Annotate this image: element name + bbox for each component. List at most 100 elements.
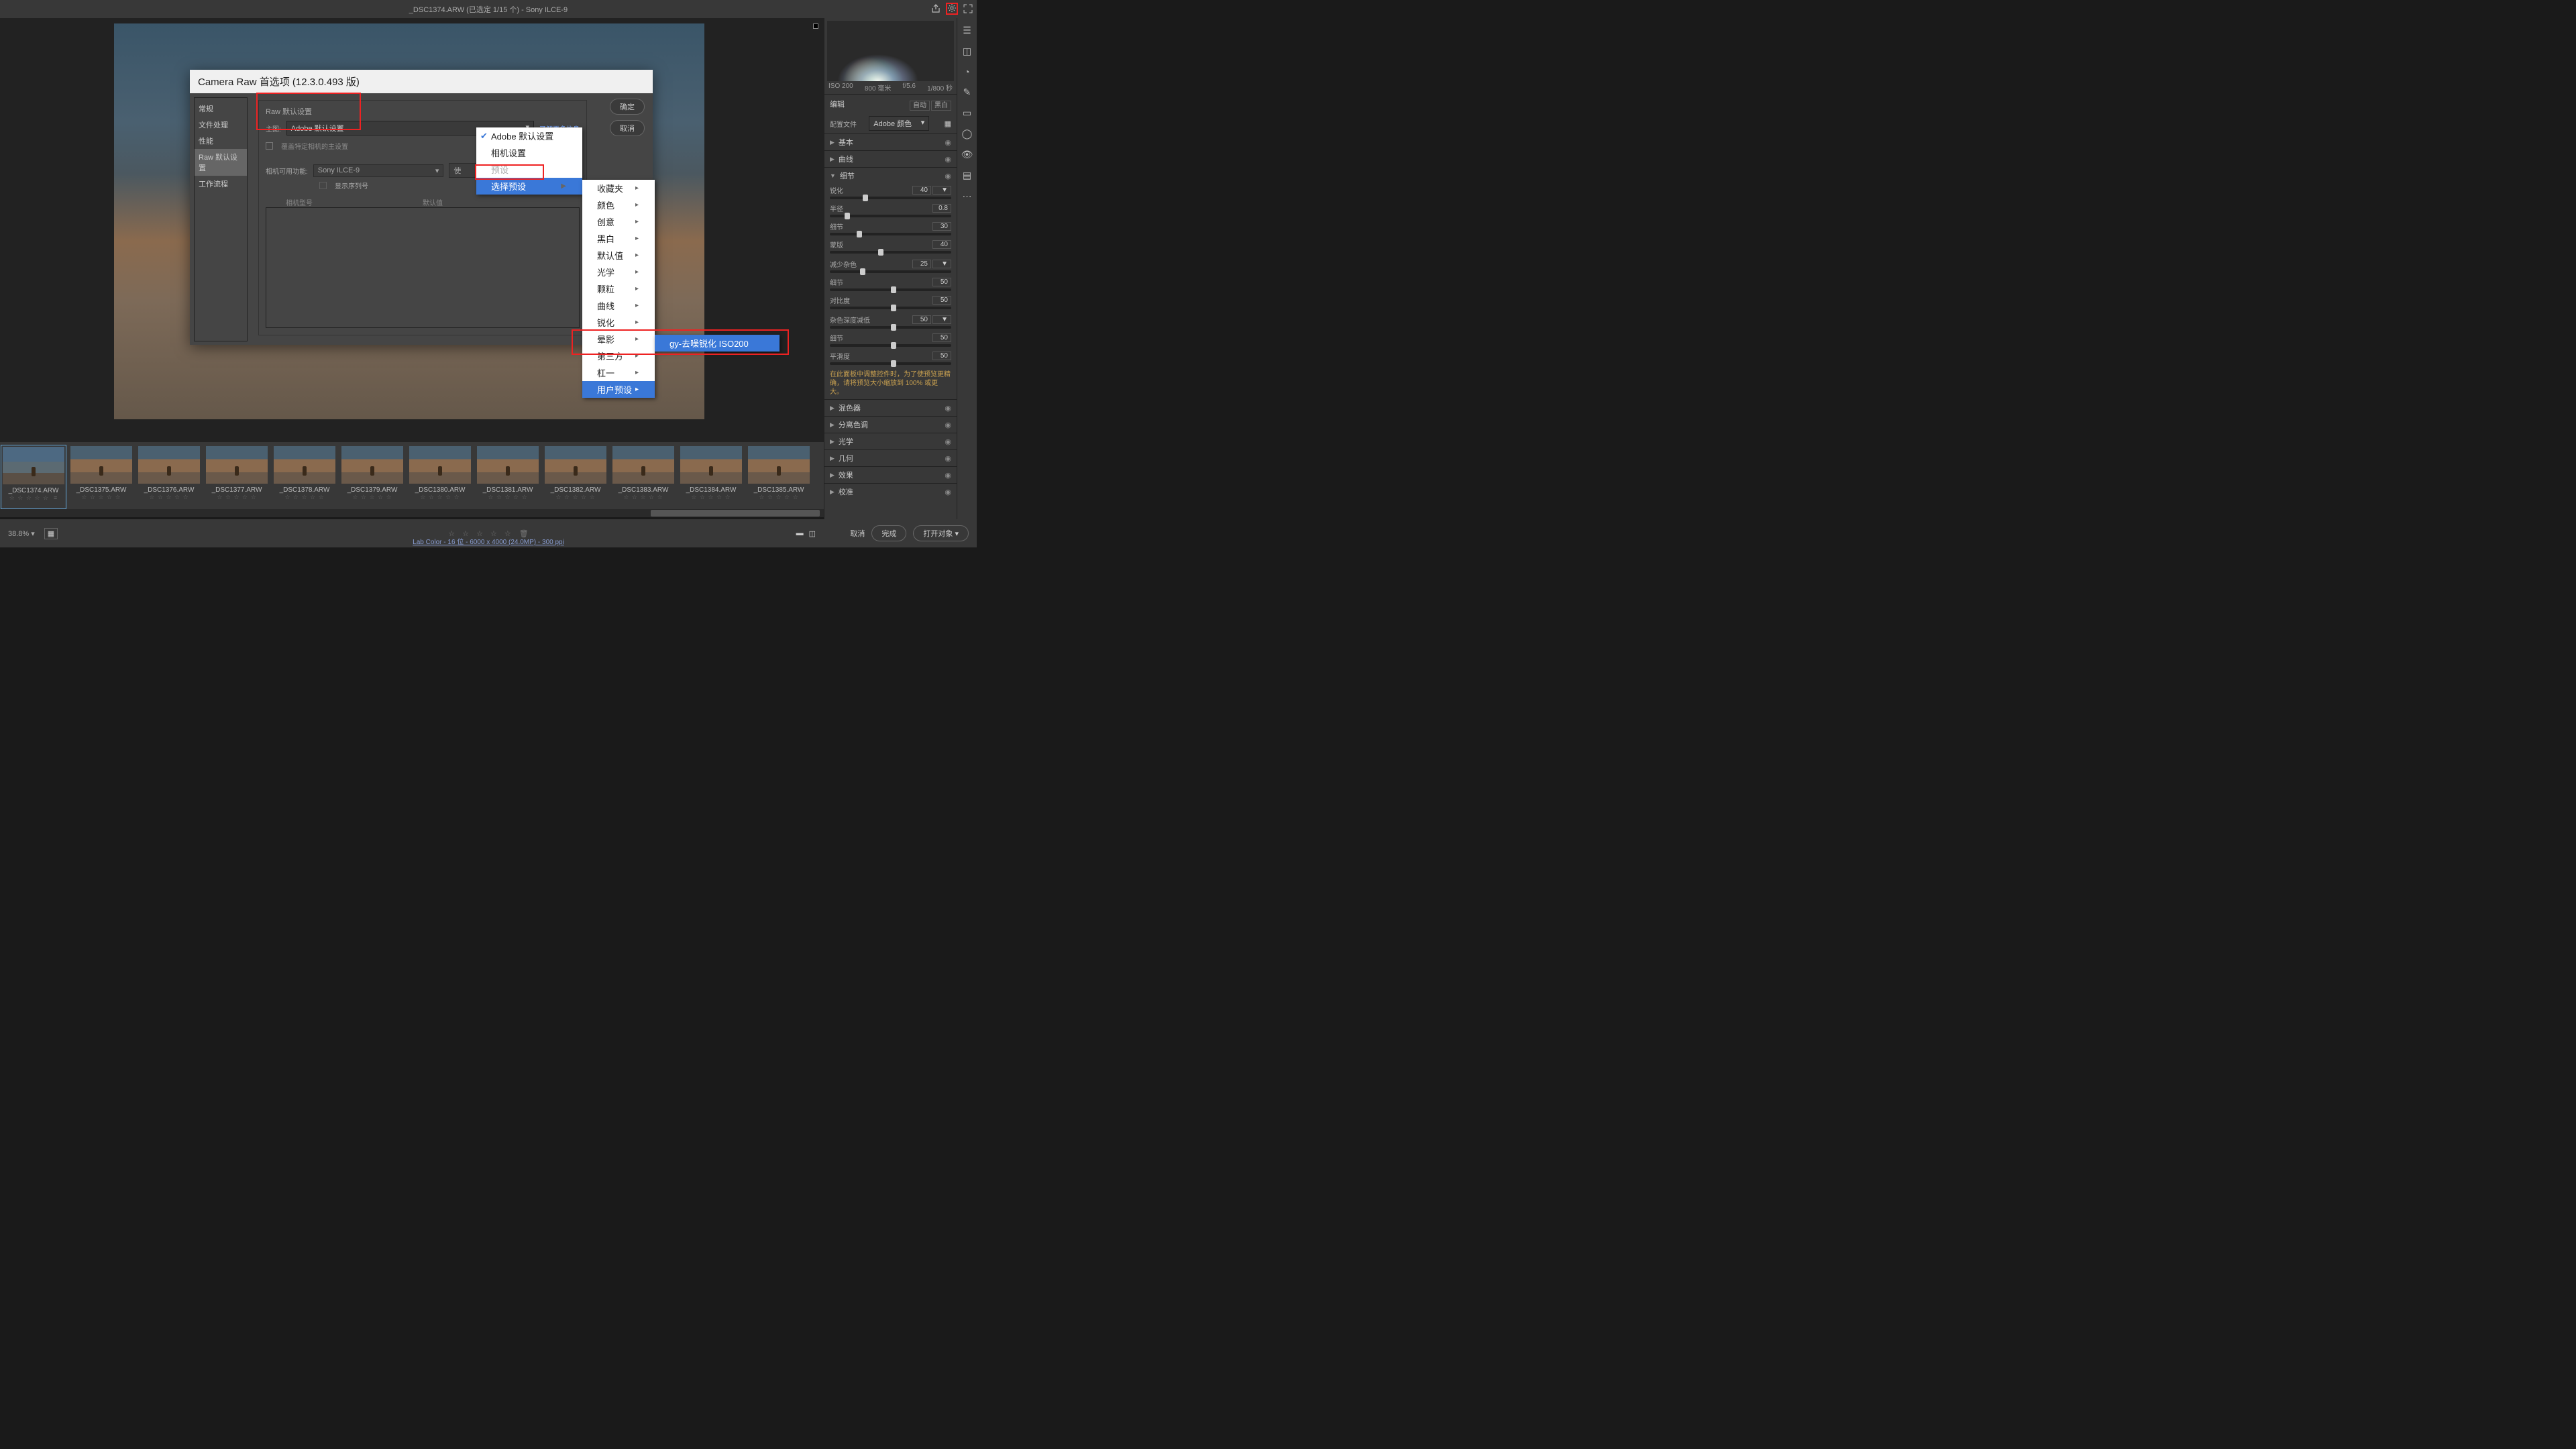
filmstrip-scrollbar[interactable]	[0, 509, 824, 517]
fit-icon[interactable]: ▦	[44, 528, 58, 539]
profile-select[interactable]: Adobe 颜色▾	[869, 116, 929, 131]
cat-gang[interactable]: 杠一▸	[582, 364, 655, 381]
detail1-value[interactable]: 30	[932, 222, 951, 231]
filmstrip[interactable]: _DSC1374.ARW☆ ☆ ☆ ☆ ☆ ≡ _DSC1375.ARW☆ ☆ …	[0, 442, 824, 509]
colornr-value[interactable]: 50	[912, 315, 931, 324]
profile-grid-icon[interactable]: ▦	[945, 119, 951, 128]
thumb-1[interactable]: _DSC1375.ARW☆ ☆ ☆ ☆ ☆	[68, 445, 134, 509]
clipping-indicator-tr[interactable]	[813, 23, 818, 29]
detail3-slider[interactable]	[830, 344, 951, 347]
more-icon[interactable]: ⋯	[963, 191, 972, 202]
thumb-2[interactable]: _DSC1376.ARW☆ ☆ ☆ ☆ ☆	[136, 445, 202, 509]
view-compare-icon[interactable]: ◫	[809, 529, 816, 538]
mi-adobe-default[interactable]: ✔Adobe 默认设置	[476, 127, 582, 144]
cat-default[interactable]: 默认值▸	[582, 247, 655, 264]
done-button[interactable]: 完成	[871, 525, 906, 541]
nav-workflow[interactable]: 工作流程	[195, 176, 247, 192]
histogram[interactable]	[827, 21, 954, 81]
nav-rawdefaults[interactable]: Raw 默认设置	[195, 149, 247, 176]
section-mixer[interactable]: ▶混色器◉	[824, 399, 957, 416]
thumb-0[interactable]: _DSC1374.ARW☆ ☆ ☆ ☆ ☆ ≡	[1, 445, 66, 509]
cat-curves[interactable]: 曲线▸	[582, 297, 655, 314]
cat-user-presets[interactable]: 用户预设▸	[582, 381, 655, 398]
mask-slider[interactable]	[830, 251, 951, 254]
nav-performance[interactable]: 性能	[195, 133, 247, 149]
heal-icon[interactable]: ◔	[964, 66, 969, 77]
contrast-slider[interactable]	[830, 307, 951, 309]
cancel-button[interactable]: 取消	[850, 528, 865, 539]
section-optics[interactable]: ▶光学◉	[824, 433, 957, 449]
nav-general[interactable]: 常规	[195, 101, 247, 117]
cat-grain[interactable]: 颗粒▸	[582, 280, 655, 297]
nr-value[interactable]: 25	[912, 260, 931, 268]
gradient-icon[interactable]: ▭	[963, 107, 971, 119]
smooth-value[interactable]: 50	[932, 352, 951, 360]
gear-icon[interactable]	[947, 3, 957, 15]
cat-color[interactable]: 颜色▸	[582, 197, 655, 213]
cat-vignette[interactable]: 晕影▸	[582, 331, 655, 347]
cat-optics[interactable]: 光学▸	[582, 264, 655, 280]
camera-defaults-list[interactable]	[266, 207, 580, 328]
show-seq-checkbox[interactable]	[319, 182, 327, 189]
detail1-slider[interactable]	[830, 233, 951, 235]
prefs-ok-button[interactable]: 确定	[610, 99, 645, 115]
thumb-10[interactable]: _DSC1384.ARW☆ ☆ ☆ ☆ ☆	[678, 445, 744, 509]
open-button[interactable]: 打开对象 ▾	[913, 525, 969, 541]
section-geometry[interactable]: ▶几何◉	[824, 449, 957, 466]
section-split[interactable]: ▶分离色调◉	[824, 416, 957, 433]
zoom-level[interactable]: 38.8% ▾	[8, 529, 35, 538]
contrast-value[interactable]: 50	[932, 296, 951, 305]
cat-favorites[interactable]: 收藏夹▸	[582, 180, 655, 197]
cat-bw[interactable]: 黑白▸	[582, 230, 655, 247]
sharp-dd[interactable]: ▼	[932, 186, 951, 195]
section-basic[interactable]: ▶基本◉	[824, 133, 957, 150]
prefs-cancel-button[interactable]: 取消	[610, 120, 645, 136]
thumb-11[interactable]: _DSC1385.ARW☆ ☆ ☆ ☆ ☆	[746, 445, 812, 509]
preset-gy-denoise-sharpen-iso200[interactable]: gy-去噪锐化 ISO200	[655, 335, 780, 352]
thumb-4[interactable]: _DSC1378.ARW☆ ☆ ☆ ☆ ☆	[272, 445, 337, 509]
nr-slider[interactable]	[830, 270, 951, 273]
cat-thirdparty[interactable]: 第三方▸	[582, 347, 655, 364]
camera-model-select[interactable]: Sony ILCE-9▾	[313, 164, 444, 177]
detail3-value[interactable]: 50	[932, 333, 951, 342]
section-effects[interactable]: ▶效果◉	[824, 466, 957, 483]
view-single-icon[interactable]: ▬	[796, 529, 804, 538]
thumb-8[interactable]: _DSC1382.ARW☆ ☆ ☆ ☆ ☆	[543, 445, 608, 509]
thumb-7[interactable]: _DSC1381.ARW☆ ☆ ☆ ☆ ☆	[475, 445, 541, 509]
workflow-link[interactable]: Lab Color - 16 位 - 6000 x 4000 (24.0MP) …	[413, 539, 564, 546]
override-checkbox[interactable]	[266, 142, 273, 150]
export-icon[interactable]	[930, 3, 942, 15]
detail2-slider[interactable]	[830, 288, 951, 291]
cat-creative[interactable]: 创意▸	[582, 213, 655, 230]
sharp-slider[interactable]	[830, 197, 951, 199]
thumb-5[interactable]: _DSC1379.ARW☆ ☆ ☆ ☆ ☆	[339, 445, 405, 509]
auto-button[interactable]: 自动	[910, 101, 930, 111]
thumb-3[interactable]: _DSC1377.ARW☆ ☆ ☆ ☆ ☆	[204, 445, 270, 509]
colornr-dd[interactable]: ▼	[932, 315, 951, 324]
fullscreen-icon[interactable]	[962, 3, 974, 15]
presets-icon[interactable]: ▤	[963, 170, 971, 181]
thumb-6[interactable]: _DSC1380.ARW☆ ☆ ☆ ☆ ☆	[407, 445, 473, 509]
nr-dd[interactable]: ▼	[932, 260, 951, 268]
crop-icon[interactable]: ◫	[963, 46, 971, 57]
cat-sharpen[interactable]: 锐化▸	[582, 314, 655, 331]
edit-sliders-icon[interactable]: ☰	[963, 25, 971, 36]
nav-filehandling[interactable]: 文件处理	[195, 117, 247, 133]
mi-choose-preset[interactable]: 选择预设▶	[476, 178, 582, 195]
mask-value[interactable]: 40	[932, 240, 951, 249]
mi-camera-settings[interactable]: 相机设置	[476, 144, 582, 161]
sharp-value[interactable]: 40	[912, 186, 931, 195]
detail2-value[interactable]: 50	[932, 278, 951, 286]
section-detail[interactable]: ▼细节◉	[824, 167, 957, 184]
bw-button[interactable]: 黑白	[931, 101, 951, 111]
mi-preset[interactable]: 预设	[476, 161, 582, 178]
brush-icon[interactable]: ✎	[963, 87, 971, 98]
section-calibration[interactable]: ▶校准◉	[824, 483, 957, 500]
radial-icon[interactable]: ◯	[962, 128, 973, 140]
radius-slider[interactable]	[830, 215, 951, 217]
thumb-9[interactable]: _DSC1383.ARW☆ ☆ ☆ ☆ ☆	[610, 445, 676, 509]
section-curve[interactable]: ▶曲线◉	[824, 150, 957, 167]
radius-value[interactable]: 0.8	[932, 204, 951, 213]
smooth-slider[interactable]	[830, 362, 951, 365]
colornr-slider[interactable]	[830, 326, 951, 329]
